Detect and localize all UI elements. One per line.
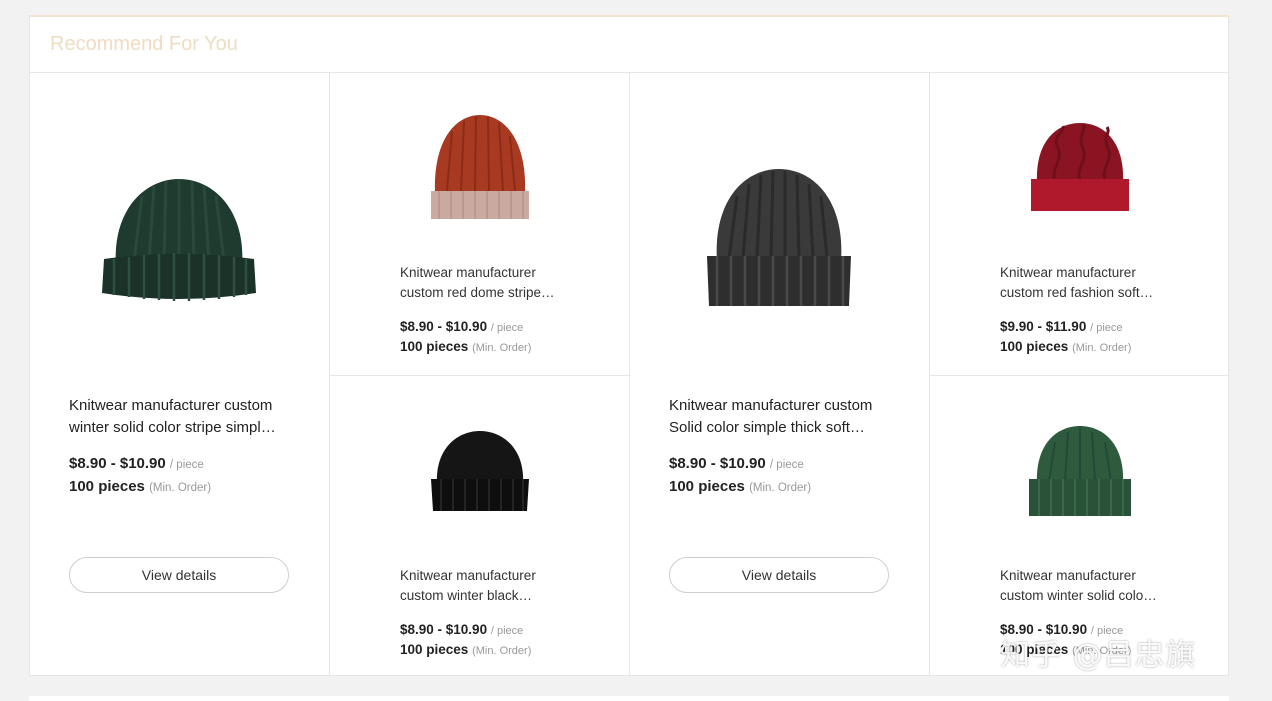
- product-price: $8.90 - $10.90 / piece: [400, 622, 523, 637]
- product-title-line[interactable]: Knitwear manufacturer: [400, 263, 560, 283]
- moq-value: 100 pieces: [1000, 642, 1069, 657]
- price-unit: / piece: [1090, 322, 1123, 334]
- moq-note: (Min. Order): [1072, 342, 1132, 354]
- product-moq: 100 pieces (Min. Order): [1000, 642, 1131, 657]
- product-column: Knitwear manufacturer custom red dome st…: [329, 73, 629, 676]
- price-range: $8.90 - $10.90: [69, 455, 166, 472]
- product-price: $9.90 - $11.90 / piece: [1000, 319, 1123, 334]
- black-beanie-icon: [431, 431, 529, 511]
- product-title-line[interactable]: custom red fashion soft…: [1000, 283, 1160, 303]
- green-beanie-icon: [1028, 426, 1131, 516]
- price-unit: / piece: [490, 322, 524, 334]
- moq-value: 100 pieces: [69, 478, 145, 495]
- product-price: $8.90 - $10.90 / piece: [669, 455, 804, 472]
- next-section-edge: [29, 696, 1229, 701]
- product-image[interactable]: [89, 151, 269, 331]
- product-title-line[interactable]: Knitwear manufacturer custom: [669, 395, 894, 417]
- price-range: $9.90 - $11.90: [1000, 319, 1087, 334]
- product-card-small[interactable]: Knitwear manufacturer custom red dome st…: [330, 73, 629, 375]
- product-title-line[interactable]: Knitwear manufacturer custom: [69, 395, 294, 417]
- product-title[interactable]: Knitwear manufacturer custom red dome st…: [400, 263, 560, 303]
- dark-grey-beanie-icon: [707, 169, 851, 306]
- product-card-big[interactable]: Knitwear manufacturer custom Solid color…: [629, 73, 929, 676]
- moq-value: 100 pieces: [400, 642, 469, 657]
- moq-value: 100 pieces: [400, 339, 469, 354]
- product-image[interactable]: [400, 91, 560, 251]
- product-image[interactable]: [400, 394, 560, 554]
- price-range: $8.90 - $10.90: [400, 622, 488, 637]
- product-moq: 100 pieces (Min. Order): [400, 642, 531, 657]
- moq-note: (Min. Order): [149, 482, 212, 494]
- price-range: $8.90 - $10.90: [1000, 622, 1088, 637]
- green-knit-beanie-icon: [102, 179, 256, 301]
- product-title-line[interactable]: Solid color simple thick soft…: [669, 417, 894, 439]
- view-details-button[interactable]: View details: [669, 557, 889, 593]
- product-title[interactable]: Knitwear manufacturer custom red fashion…: [1000, 263, 1160, 303]
- product-moq: 100 pieces (Min. Order): [1000, 339, 1131, 354]
- moq-note: (Min. Order): [472, 342, 532, 354]
- section-title: Recommend For You: [50, 33, 238, 55]
- moq-value: 100 pieces: [1000, 339, 1069, 354]
- price-range: $8.90 - $10.90: [669, 455, 766, 472]
- product-title-line[interactable]: Knitwear manufacturer: [1000, 566, 1160, 586]
- red-cable-beanie-icon: [1031, 123, 1129, 211]
- product-price: $8.90 - $10.90 / piece: [69, 455, 204, 472]
- red-dome-beanie-icon: [431, 115, 529, 219]
- recommend-panel: Recommend For You Knitwear manufacturer …: [29, 15, 1229, 676]
- product-title-line[interactable]: custom winter solid colo…: [1000, 586, 1160, 606]
- product-title[interactable]: Knitwear manufacturer custom winter blac…: [400, 566, 560, 606]
- product-card-small[interactable]: Knitwear manufacturer custom winter blac…: [330, 375, 629, 677]
- moq-note: (Min. Order): [1072, 645, 1132, 657]
- product-price: $8.90 - $10.90 / piece: [400, 319, 523, 334]
- panel-header: Recommend For You: [30, 17, 1228, 73]
- product-card-big[interactable]: Knitwear manufacturer custom winter soli…: [30, 73, 330, 676]
- product-title[interactable]: Knitwear manufacturer custom winter soli…: [1000, 566, 1160, 606]
- price-unit: / piece: [169, 459, 204, 471]
- product-image[interactable]: [1000, 394, 1160, 554]
- product-title-line[interactable]: custom winter black…: [400, 586, 560, 606]
- price-range: $8.90 - $10.90: [400, 319, 488, 334]
- product-moq: 100 pieces (Min. Order): [400, 339, 531, 354]
- price-unit: / piece: [490, 625, 524, 637]
- product-title-line[interactable]: Knitwear manufacturer: [400, 566, 560, 586]
- price-unit: / piece: [1090, 625, 1124, 637]
- product-title-line[interactable]: custom red dome stripe…: [400, 283, 560, 303]
- product-title[interactable]: Knitwear manufacturer custom Solid color…: [669, 395, 894, 439]
- product-image[interactable]: [1000, 91, 1160, 251]
- product-title-line[interactable]: Knitwear manufacturer: [1000, 263, 1160, 283]
- moq-value: 100 pieces: [669, 478, 745, 495]
- view-details-button[interactable]: View details: [69, 557, 289, 593]
- product-card-small[interactable]: Knitwear manufacturer custom winter soli…: [930, 375, 1229, 677]
- moq-note: (Min. Order): [472, 645, 532, 657]
- price-unit: / piece: [769, 459, 804, 471]
- product-image[interactable]: [689, 151, 869, 331]
- product-grid: Knitwear manufacturer custom winter soli…: [30, 73, 1229, 677]
- product-title[interactable]: Knitwear manufacturer custom winter soli…: [69, 395, 294, 439]
- moq-note: (Min. Order): [749, 482, 812, 494]
- product-column: Knitwear manufacturer custom red fashion…: [929, 73, 1229, 677]
- product-price: $8.90 - $10.90 / piece: [1000, 622, 1123, 637]
- product-card-small[interactable]: Knitwear manufacturer custom red fashion…: [930, 73, 1229, 375]
- product-title-line[interactable]: winter solid color stripe simpl…: [69, 417, 294, 439]
- product-moq: 100 pieces (Min. Order): [69, 478, 211, 495]
- product-moq: 100 pieces (Min. Order): [669, 478, 811, 495]
